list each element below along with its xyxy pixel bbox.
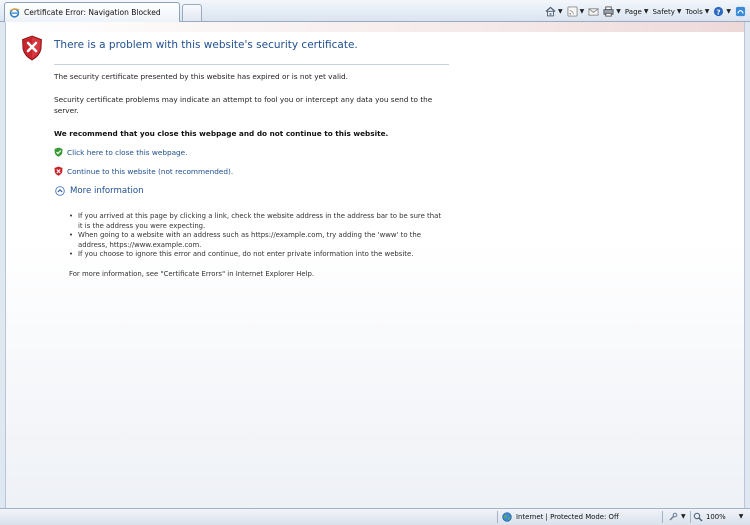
tab-bar: Certificate Error: Navigation Blocked ▼ …: [0, 0, 750, 22]
page-content: There is a problem with this website's s…: [5, 22, 745, 508]
feeds-button[interactable]: ▼: [567, 4, 585, 19]
home-button[interactable]: ▼: [545, 4, 563, 19]
zoom-icon: [693, 512, 703, 522]
status-divider: [662, 511, 663, 523]
tab-certificate-error[interactable]: Certificate Error: Navigation Blocked: [4, 2, 180, 22]
tools-menu[interactable]: Tools ▼: [686, 4, 710, 19]
chevron-down-icon[interactable]: ▼: [739, 514, 744, 520]
chevron-down-icon: ▼: [676, 7, 682, 15]
more-information-toggle[interactable]: More information: [55, 186, 144, 196]
svg-text:?: ?: [717, 7, 721, 16]
rss-feeds-icon: [567, 6, 578, 17]
recommendation-text: We recommend that you close this webpage…: [54, 129, 389, 138]
chevron-down-icon[interactable]: ▼: [558, 8, 563, 15]
print-button[interactable]: ▼: [603, 4, 621, 19]
page-menu-label: Page: [624, 7, 642, 16]
zoom-level: 100%: [706, 513, 726, 521]
page-menu[interactable]: Page ▼: [625, 4, 649, 19]
list-item: When going to a website with an address …: [69, 231, 444, 250]
tab-title: Certificate Error: Navigation Blocked: [24, 8, 161, 17]
collapse-arrow-icon: [55, 186, 65, 196]
print-icon: [603, 6, 614, 17]
research-icon: [735, 6, 746, 17]
list-item: If you arrived at this page by clicking …: [69, 212, 444, 231]
continue-website-action[interactable]: Continue to this website (not recommende…: [54, 166, 233, 176]
help-footnote: For more information, see "Certificate E…: [69, 270, 315, 278]
help-button[interactable]: ? ▼: [713, 4, 731, 19]
chevron-down-icon[interactable]: ▼: [580, 8, 585, 15]
shield-check-icon: [54, 147, 63, 157]
chevron-down-icon: ▼: [704, 7, 710, 15]
warning-text: Security certificate problems may indica…: [54, 95, 433, 115]
chevron-down-icon: ▼: [643, 7, 649, 15]
more-information-label: More information: [70, 186, 144, 196]
zoom-control[interactable]: 100% ▼: [693, 510, 743, 524]
ie-page-icon: [9, 8, 20, 18]
shield-error-icon: [54, 166, 63, 176]
explanation-text: The security certificate presented by th…: [54, 72, 348, 81]
continue-website-link[interactable]: Continue to this website (not recommende…: [67, 167, 233, 176]
close-webpage-action[interactable]: Click here to close this webpage.: [54, 147, 188, 157]
research-button[interactable]: [735, 4, 746, 19]
tools-menu-label: Tools: [685, 7, 703, 16]
list-item: If you choose to ignore this error and c…: [69, 250, 444, 260]
status-divider: [497, 511, 498, 523]
home-icon: [545, 6, 556, 17]
command-bar: ▼ ▼ ▼ Page ▼ Safety ▼ Tools ▼ ? ▼: [545, 4, 746, 19]
zone-status-text: Internet | Protected Mode: Off: [516, 513, 619, 521]
shield-error-icon: [22, 35, 42, 61]
close-webpage-link[interactable]: Click here to close this webpage.: [67, 148, 188, 157]
mail-icon: [588, 8, 599, 16]
chevron-down-icon[interactable]: ▼: [726, 8, 731, 15]
read-mail-button[interactable]: [588, 4, 599, 19]
status-bar: Internet | Protected Mode: Off ▼ 100% ▼: [0, 508, 750, 525]
page-title: There is a problem with this website's s…: [54, 39, 358, 51]
status-divider: [690, 511, 691, 523]
protected-mode-button[interactable]: ▼: [668, 510, 686, 524]
chevron-down-icon[interactable]: ▼: [681, 514, 686, 520]
safety-menu-label: Safety: [652, 7, 675, 16]
security-zone[interactable]: Internet | Protected Mode: Off: [502, 510, 619, 524]
help-icon: ?: [714, 6, 724, 16]
chevron-down-icon[interactable]: ▼: [616, 8, 621, 15]
globe-icon: [502, 512, 512, 522]
divider: [54, 64, 449, 65]
new-tab-button[interactable]: [182, 4, 202, 21]
wrench-icon: [669, 512, 678, 521]
more-information-list: If you arrived at this page by clicking …: [69, 212, 444, 260]
safety-menu[interactable]: Safety ▼: [652, 4, 681, 19]
